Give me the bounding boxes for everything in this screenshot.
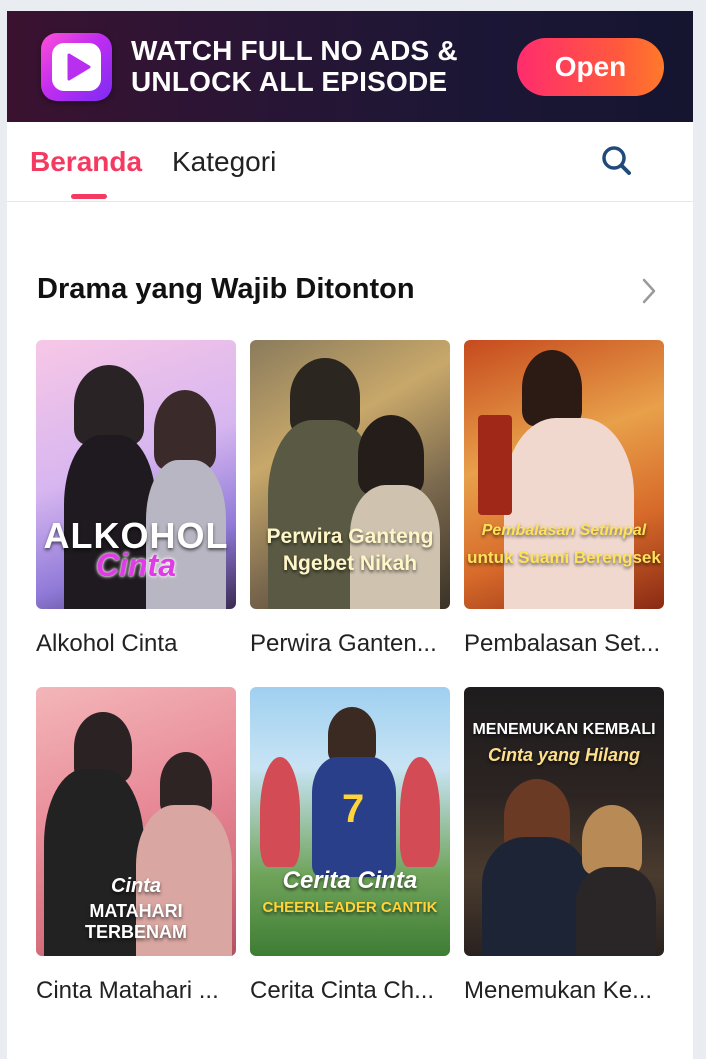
play-app-logo-icon [41,33,112,101]
poster-figure [400,757,440,867]
chevron-right-icon[interactable] [637,277,659,305]
poster-figure [260,757,300,867]
drama-title[interactable]: Menemukan Ke... [464,977,669,1005]
search-icon[interactable] [600,144,634,178]
promo-banner[interactable]: WATCH FULL NO ADS & UNLOCK ALL EPISODE O… [7,11,693,122]
poster-figure [154,390,216,470]
poster-title-line-2: untuk Suami Berengsek [467,548,661,567]
app-frame: WATCH FULL NO ADS & UNLOCK ALL EPISODE O… [7,11,693,1059]
drama-card[interactable]: Pembalasan Setimpal untuk Suami Berengse… [464,340,664,657]
drama-poster[interactable]: Pembalasan Setimpal untuk Suami Berengse… [464,340,664,609]
poster-title-line-2: Cinta [96,547,176,583]
drama-poster[interactable]: 7 Cerita Cinta CHEERLEADER CANTIK [250,687,450,956]
poster-title-line-1: Perwira Ganteng [266,525,434,548]
open-app-button[interactable]: Open [517,38,664,96]
drama-title[interactable]: Cerita Cinta Ch... [250,977,455,1005]
poster-figure [522,350,582,426]
drama-poster[interactable]: Perwira Ganteng Ngebet Nikah [250,340,450,609]
banner-headline: WATCH FULL NO ADS & UNLOCK ALL EPISODE [131,35,491,97]
drama-card[interactable]: ALKOHOL Cinta Alkohol Cinta [36,340,236,657]
poster-figure [74,365,144,445]
drama-card[interactable]: 7 Cerita Cinta CHEERLEADER CANTIK Cerita… [250,687,450,1004]
poster-title-line-2: Cinta yang Hilang [487,745,640,765]
poster-title-line-1: Pembalasan Setimpal [481,522,647,539]
drama-title[interactable]: Cinta Matahari ... [36,977,241,1005]
poster-title-line-2: CHEERLEADER CANTIK [262,899,438,916]
poster-figure [478,415,512,515]
poster-title-line-1: MENEMUKAN KEMBALI [472,721,656,738]
banner-line-1: WATCH FULL NO ADS & [131,35,458,66]
active-tab-indicator [71,194,107,199]
poster-figure [504,418,634,609]
jersey-number: 7 [342,787,365,831]
poster-title-line-2: MATAHARI TERBENAM [85,901,187,942]
drama-title[interactable]: Perwira Ganten... [250,630,455,658]
poster-title-line-1: Cinta [111,875,161,897]
section-title: Drama yang Wajib Ditonton [37,273,415,305]
banner-line-2: UNLOCK ALL EPISODE [131,66,448,97]
drama-poster[interactable]: Cinta MATAHARI TERBENAM [36,687,236,956]
poster-title-line-1: Cerita Cinta [282,867,418,894]
drama-card[interactable]: MENEMUKAN KEMBALI Cinta yang Hilang Mene… [464,687,664,1004]
poster-title-line-2: Ngebet Nikah [282,552,418,575]
drama-card[interactable]: Perwira Ganteng Ngebet Nikah Perwira Gan… [250,340,450,657]
drama-poster[interactable]: ALKOHOL Cinta [36,340,236,609]
drama-poster[interactable]: MENEMUKAN KEMBALI Cinta yang Hilang [464,687,664,956]
poster-figure [328,707,376,763]
drama-title[interactable]: Pembalasan Set... [464,630,669,658]
drama-title[interactable]: Alkohol Cinta [36,630,241,658]
top-nav: Beranda Kategori [7,122,693,202]
poster-figure [358,415,424,495]
poster-figure [576,867,656,956]
poster-figure [582,805,642,875]
poster-figure [482,837,590,956]
tab-beranda[interactable]: Beranda [30,146,142,178]
tab-kategori[interactable]: Kategori [172,146,276,178]
drama-card[interactable]: Cinta MATAHARI TERBENAM Cinta Matahari .… [36,687,236,1004]
